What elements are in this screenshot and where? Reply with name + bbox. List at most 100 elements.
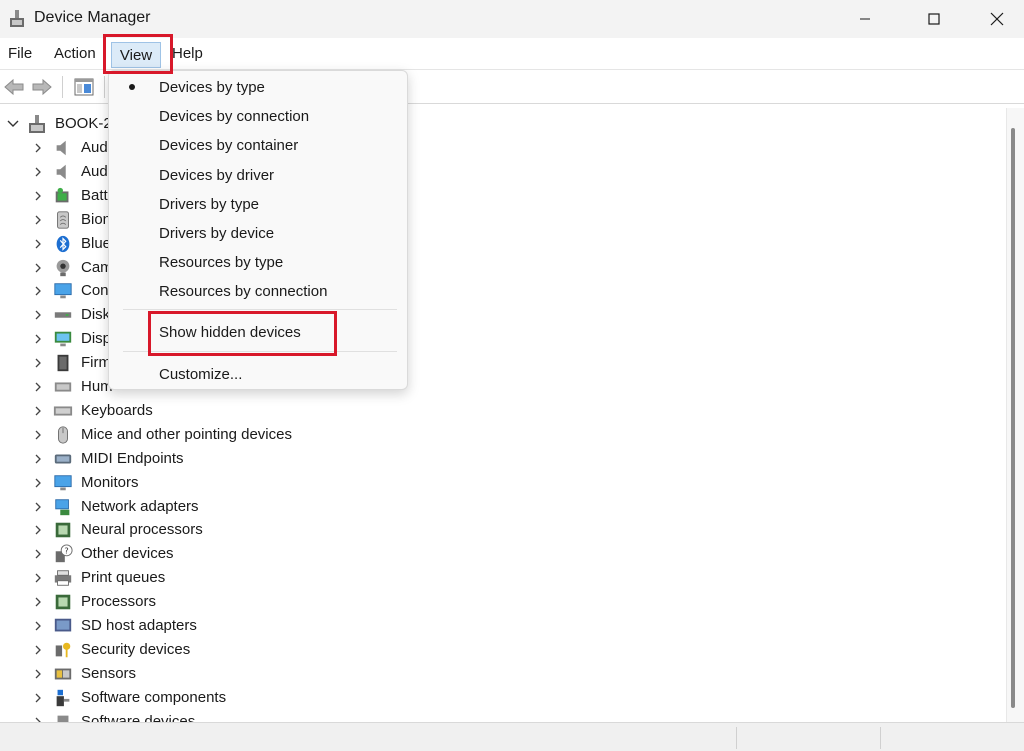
tree-item-label: Software components [81, 688, 227, 706]
tree-item[interactable]: Software components [0, 686, 900, 710]
chevron-right-icon[interactable] [32, 381, 44, 393]
scrollbar-track[interactable] [1006, 108, 1024, 722]
sd-card-icon [54, 618, 72, 632]
tree-root-label: BOOK-2 [55, 115, 112, 132]
properties-icon[interactable] [73, 76, 95, 98]
bluetooth-icon [56, 235, 70, 252]
midi-icon [54, 454, 72, 464]
tree-item-label: Disp [81, 330, 112, 348]
chevron-right-icon[interactable] [32, 405, 44, 417]
monitor-icon [54, 474, 72, 490]
back-arrow-icon[interactable] [3, 76, 25, 98]
printer-icon [54, 570, 72, 586]
chevron-right-icon[interactable] [32, 333, 44, 345]
chevron-right-icon[interactable] [32, 501, 44, 513]
forward-arrow-icon[interactable] [31, 76, 53, 98]
tree-item[interactable]: Monitors [0, 471, 900, 495]
menu-item-view-option[interactable]: Resources by type [159, 254, 283, 271]
menu-item-view-option[interactable]: Resources by connection [159, 283, 327, 300]
tree-item-label: Batt [81, 186, 108, 204]
chevron-right-icon[interactable] [32, 429, 44, 441]
chevron-right-icon[interactable] [32, 453, 44, 465]
chevron-right-icon[interactable] [32, 142, 44, 154]
tree-item-label: SD host adapters [81, 617, 197, 634]
fingerprint-icon [57, 211, 69, 229]
chevron-right-icon[interactable] [32, 596, 44, 608]
tree-item[interactable]: Neural processors [0, 518, 900, 542]
tree-item-label: Mice and other pointing devices [81, 425, 292, 443]
battery-icon [55, 187, 69, 203]
chevron-right-icon[interactable] [32, 309, 44, 321]
chevron-right-icon[interactable] [32, 644, 44, 656]
tree-item[interactable]: Sensors [0, 662, 900, 686]
tree-item-label: Blue [81, 234, 112, 252]
chevron-right-icon[interactable] [32, 477, 44, 489]
menu-item-view-option[interactable]: Devices by type [159, 79, 265, 96]
minimize-button[interactable] [842, 0, 888, 38]
chevron-right-icon[interactable] [32, 548, 44, 560]
chevron-right-icon[interactable] [32, 620, 44, 632]
menu-action[interactable]: Action [54, 45, 96, 62]
tree-item[interactable]: Mice and other pointing devices [0, 423, 900, 447]
camera-icon [56, 259, 70, 276]
menu-item-view-option[interactable]: Devices by driver [159, 167, 274, 184]
firmware-icon [57, 354, 69, 372]
keyboard-icon [53, 406, 73, 416]
svg-text:?: ? [64, 546, 68, 556]
menu-file[interactable]: File [8, 45, 32, 62]
sensor-icon [54, 668, 72, 680]
chevron-down-icon[interactable] [6, 118, 20, 130]
tree-item-label: Con [81, 282, 109, 300]
menu-item-view-option[interactable]: Devices by connection [159, 108, 309, 125]
chevron-right-icon[interactable] [32, 668, 44, 680]
tree-item-label: Keyboards [81, 401, 153, 419]
chevron-right-icon[interactable] [32, 572, 44, 584]
status-bar [0, 722, 1024, 751]
maximize-button[interactable] [911, 0, 957, 38]
tree-item[interactable]: Network adapters [0, 495, 900, 519]
tree-item[interactable]: Processors [0, 590, 900, 614]
close-button[interactable] [974, 0, 1020, 38]
show-hidden-highlight-box [148, 311, 337, 356]
menu-item-customize[interactable]: Customize... [159, 366, 242, 383]
software-component-icon [56, 689, 70, 706]
tree-item[interactable]: Software devices [0, 710, 900, 722]
software-device-icon [57, 715, 69, 722]
network-icon [55, 498, 70, 515]
tree-item[interactable]: MIDI Endpoints [0, 447, 900, 471]
speaker-icon [56, 140, 66, 156]
chevron-right-icon[interactable] [32, 692, 44, 704]
tree-item-label: Network adapters [81, 497, 199, 515]
tree-item[interactable]: Keyboards [0, 399, 900, 423]
device-manager-icon [10, 10, 24, 27]
chevron-right-icon[interactable] [32, 214, 44, 226]
tree-item[interactable]: Security devices [0, 638, 900, 662]
speaker-icon [56, 164, 66, 180]
tree-item-label: Sensors [81, 664, 137, 682]
chevron-right-icon[interactable] [32, 190, 44, 202]
scrollbar-thumb[interactable] [1011, 128, 1015, 708]
chevron-right-icon[interactable] [32, 238, 44, 250]
chevron-right-icon[interactable] [32, 262, 44, 274]
title-bar: Device Manager [0, 0, 1024, 38]
unknown-device-icon: ? [55, 544, 73, 563]
menu-item-view-option[interactable]: Drivers by type [159, 196, 259, 213]
chevron-right-icon[interactable] [32, 285, 44, 297]
tree-item-label: Print queues [81, 569, 166, 587]
disk-icon [54, 312, 72, 319]
toolbar-separator [104, 76, 105, 98]
tree-item[interactable]: SD host adapters [0, 614, 900, 638]
chevron-right-icon[interactable] [32, 166, 44, 178]
menu-item-view-option[interactable]: Devices by container [159, 137, 298, 154]
menu-help[interactable]: Help [172, 45, 203, 62]
chevron-right-icon[interactable] [32, 357, 44, 369]
status-divider [736, 727, 737, 749]
view-menu-highlight-box [103, 34, 173, 74]
tree-item-label: Other devices [81, 545, 174, 563]
computer-host-icon [29, 115, 45, 133]
tree-item[interactable]: ? Other devices [0, 542, 900, 566]
tree-item-label: Firm [81, 354, 111, 372]
tree-item[interactable]: Print queues [0, 566, 900, 590]
chevron-right-icon[interactable] [32, 524, 44, 536]
menu-item-view-option[interactable]: Drivers by device [159, 225, 274, 242]
